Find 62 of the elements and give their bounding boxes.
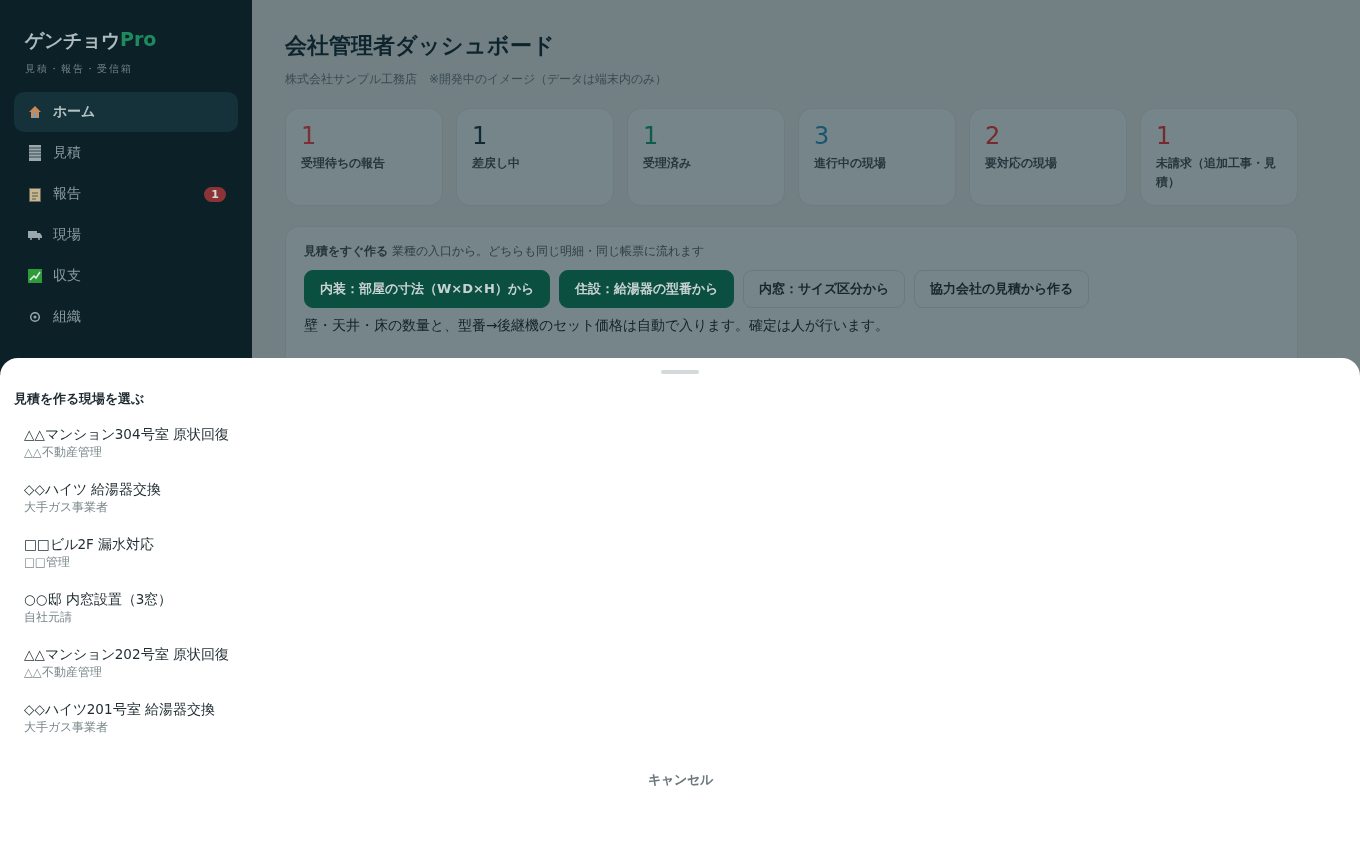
app-logo-name: ゲンチョウ [25, 28, 120, 53]
sidebar-label: 組織 [53, 308, 81, 326]
stat-label: 進行中の現場 [814, 155, 887, 172]
stat-label: 要対応の現場 [985, 155, 1058, 172]
site-name[interactable]: △△マンション304号室 原状回復 [24, 424, 1336, 444]
estimate-button[interactable]: 住設：給湯器の型番から [558, 270, 734, 308]
sidebar-item[interactable]: 組織 [14, 297, 238, 337]
sidebar-item[interactable]: 現場 [14, 215, 238, 255]
stat-card[interactable]: 1 受理待ちの報告 [285, 108, 443, 206]
count-badge: 1 [204, 186, 226, 202]
stat-label: 受理済み [643, 155, 692, 172]
stat-card[interactable]: 1 受理済み [627, 108, 785, 206]
site-client: △△不動産管理 [24, 664, 103, 680]
page-title: 会社管理者ダッシュボード [285, 32, 556, 60]
sidebar-item[interactable]: 収支 [14, 256, 238, 296]
sidebar-label: 現場 [53, 226, 81, 244]
sidebar-item[interactable]: 報告 1 [14, 174, 238, 214]
stat-card[interactable]: 2 要対応の現場 [969, 108, 1127, 206]
sheet-handle[interactable] [661, 370, 699, 374]
stat-label: 未請求（追加工事・見積） [1156, 155, 1277, 191]
cancel-button[interactable]: キャンセル [637, 767, 723, 793]
document-stack-icon [29, 145, 41, 161]
stat-card[interactable]: 3 進行中の現場 [798, 108, 956, 206]
sidebar-item[interactable]: 見積 [14, 133, 238, 173]
house-icon [28, 105, 42, 119]
site-client: △△不動産管理 [24, 444, 103, 460]
stat-card[interactable]: 1 差戻し中 [456, 108, 614, 206]
site-name[interactable]: □□ビル2F 漏水対応 [24, 534, 1336, 554]
stat-value: 1 [301, 121, 318, 151]
truck-icon [28, 230, 42, 240]
stat-value: 1 [472, 121, 489, 151]
panel-heading: 見積をすぐ作る 業種の入口から。どちらも同じ明細・同じ帳票に流れます [304, 243, 705, 260]
app-logo-suffix: Pro [120, 28, 157, 52]
app-tagline: 見積・報告・受信箱 [24, 62, 134, 76]
stat-value: 1 [1156, 121, 1173, 151]
stat-label: 差戻し中 [472, 155, 521, 172]
clipboard-icon [29, 186, 41, 202]
stat-value: 3 [814, 121, 831, 151]
site-client: 自社元請 [24, 609, 73, 625]
site-name[interactable]: ○○邸 内窓設置（3窓） [24, 589, 1336, 609]
gear-icon [29, 311, 41, 323]
sidebar-label: 報告 [53, 185, 81, 203]
sidebar-label: 収支 [53, 267, 81, 285]
panel-note: 壁・天井・床の数量と、型番→後継機のセット価格は自動で入ります。確定は人が行います。 [304, 317, 891, 335]
sidebar-label: ホーム [53, 103, 95, 121]
estimate-button[interactable]: 内装：部屋の寸法（W×D×H）から [304, 270, 550, 308]
estimate-button[interactable]: 内窓：サイズ区分から [742, 270, 905, 308]
chart-icon [28, 269, 42, 283]
sidebar-item[interactable]: ホーム [14, 92, 238, 132]
stat-value: 2 [985, 121, 1002, 151]
stat-value: 1 [643, 121, 660, 151]
site-client: 大手ガス事業者 [24, 719, 109, 735]
stat-label: 受理待ちの報告 [301, 155, 386, 172]
site-name[interactable]: ◇◇ハイツ201号室 給湯器交換 [24, 699, 1336, 719]
site-client: 大手ガス事業者 [24, 499, 109, 515]
stat-card[interactable]: 1 未請求（追加工事・見積） [1140, 108, 1298, 206]
site-name[interactable]: ◇◇ハイツ 給湯器交換 [24, 479, 1336, 499]
site-name[interactable]: △△マンション202号室 原状回復 [24, 644, 1336, 664]
sheet-title: 見積を作る現場を選ぶ [14, 391, 145, 408]
estimate-button[interactable]: 協力会社の見積から作る [913, 270, 1089, 308]
sidebar-label: 見積 [53, 144, 81, 162]
site-client: □□管理 [24, 554, 71, 570]
